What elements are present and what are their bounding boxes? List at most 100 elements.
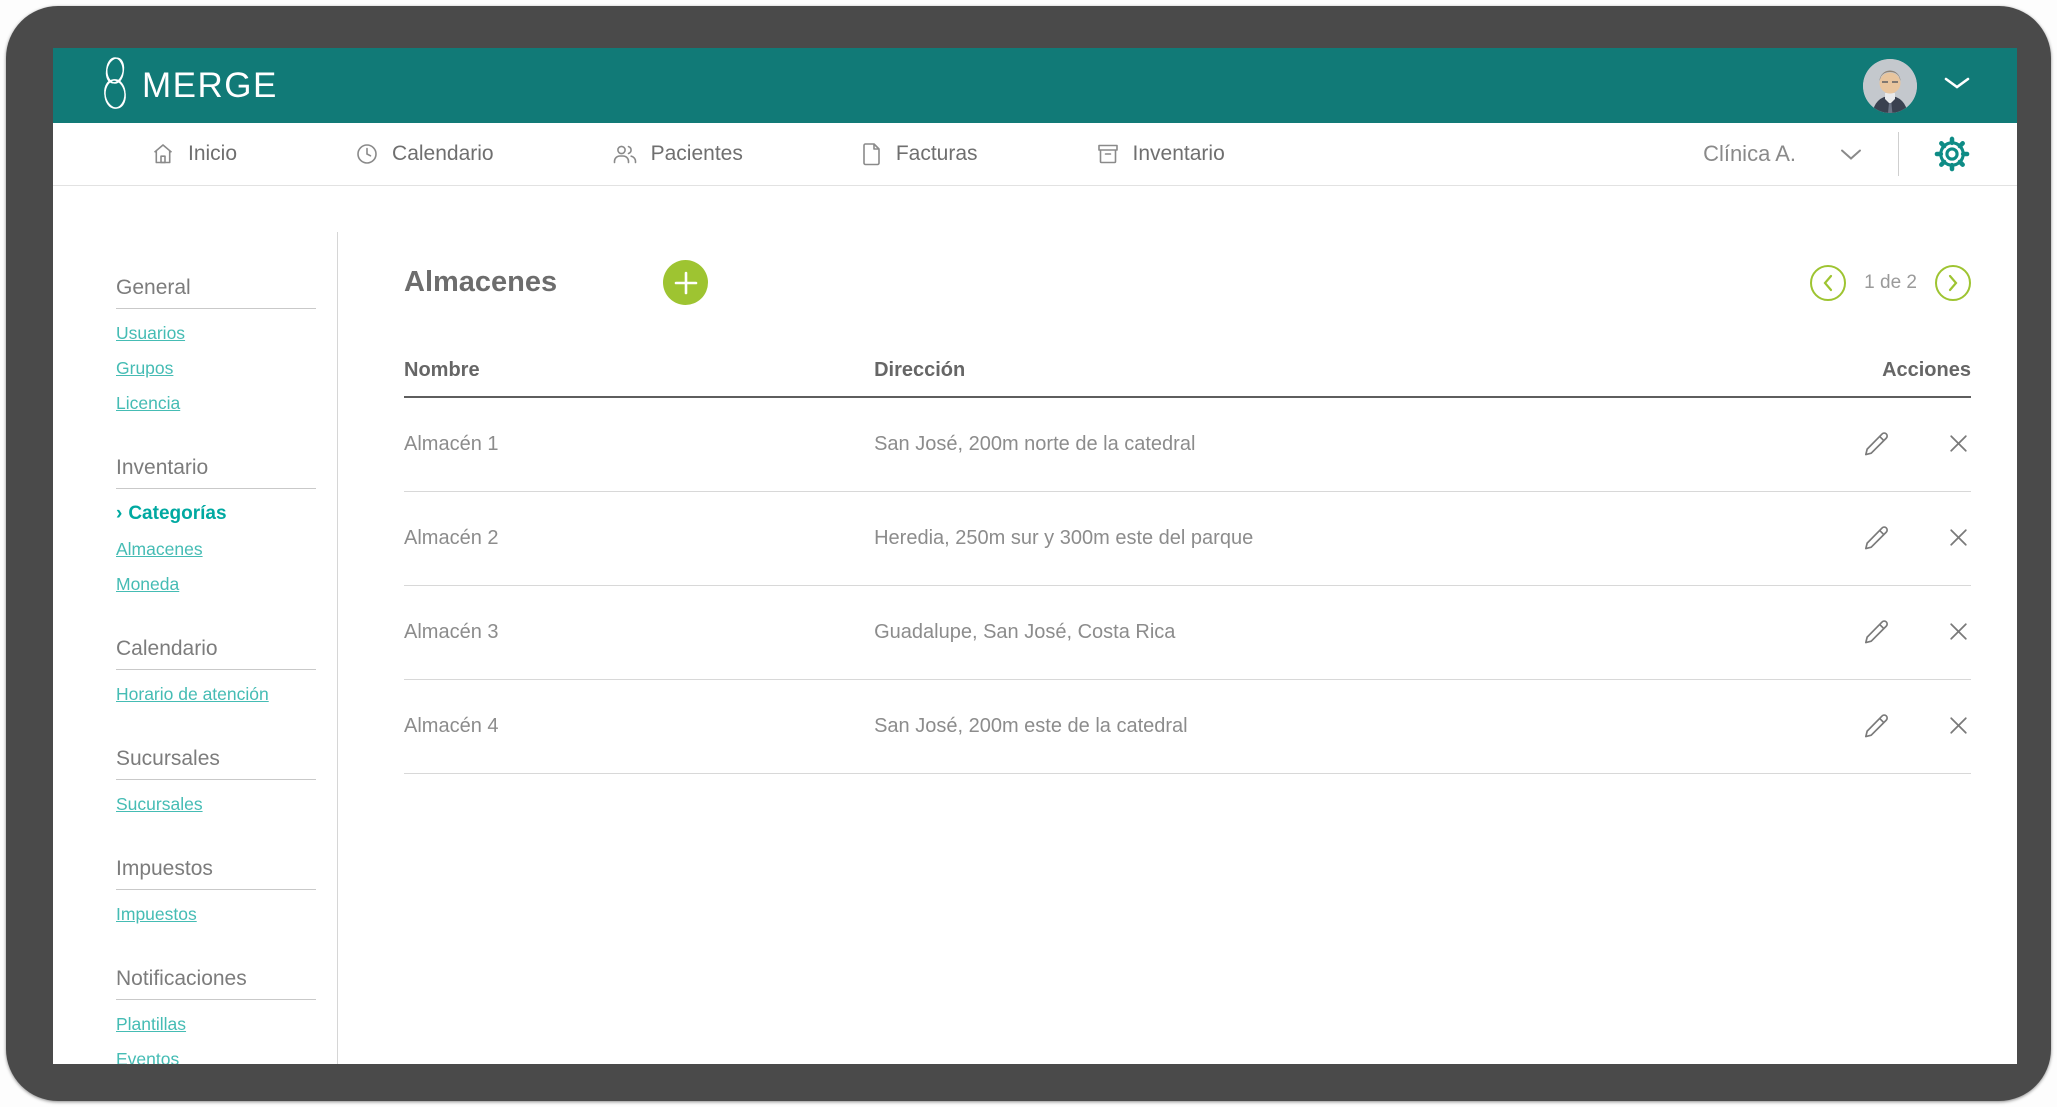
close-icon: [1946, 525, 1971, 553]
cell-direccion: Heredia, 250m sur y 300m este del parque: [874, 527, 1791, 550]
invoice-icon: [861, 142, 883, 166]
nav-item-inventario[interactable]: Inventario: [1096, 142, 1225, 166]
add-warehouse-button[interactable]: [663, 260, 708, 305]
app-logo: MERGE: [97, 55, 278, 116]
nav-item-label: Facturas: [896, 142, 978, 166]
close-icon: [1946, 713, 1971, 741]
sidebar-section-title: Notificaciones: [116, 967, 316, 1000]
app-window: MERGE: [53, 48, 2017, 1064]
nav-item-facturas[interactable]: Facturas: [861, 142, 978, 166]
page-title: Almacenes: [404, 266, 557, 299]
clinic-chevron-down-icon[interactable]: [1840, 148, 1862, 161]
edit-row-button[interactable]: [1863, 618, 1890, 648]
avatar[interactable]: [1863, 59, 1917, 113]
sidebar-item-label: Usuarios: [116, 323, 185, 343]
sidebar-item-sucursales[interactable]: Sucursales: [116, 794, 316, 815]
sidebar-section-title: Impuestos: [116, 857, 316, 890]
user-chevron-down-icon[interactable]: [1943, 75, 1971, 96]
column-header-nombre: Nombre: [404, 359, 874, 382]
settings-gear-icon[interactable]: [1931, 133, 1973, 175]
page-indicator: 1 de 2: [1864, 272, 1917, 294]
delete-row-button[interactable]: [1946, 713, 1971, 741]
sidebar-section-title: Sucursales: [116, 747, 316, 780]
row-actions: [1791, 712, 1971, 742]
sidebar-section-title: Inventario: [116, 456, 316, 489]
main-nav: Inicio Calendario Pacientes Facturas Inventa…: [53, 123, 2017, 186]
sidebar-item-label: Moneda: [116, 574, 179, 594]
cell-nombre: Almacén 2: [404, 527, 874, 550]
edit-row-button[interactable]: [1863, 524, 1890, 554]
sidebar-section-impuestos: Impuestos Impuestos: [116, 857, 316, 925]
sidebar-item-eventos[interactable]: Eventos: [116, 1049, 316, 1064]
nav-item-calendario[interactable]: Calendario: [355, 142, 494, 166]
edit-row-button[interactable]: [1863, 712, 1890, 742]
page-prev-button[interactable]: [1810, 265, 1846, 301]
cell-direccion: San José, 200m este de la catedral: [874, 715, 1791, 738]
sidebar-item-label: Grupos: [116, 358, 173, 378]
sidebar-item-impuestos[interactable]: Impuestos: [116, 904, 316, 925]
warehouses-table: Nombre Dirección Acciones Almacén 1San J…: [404, 359, 1971, 774]
sidebar-item-licencia[interactable]: Licencia: [116, 393, 316, 414]
sidebar-section-inventario: Inventario › Categorías Almacenes Moneda: [116, 456, 316, 595]
sidebar-item-grupos[interactable]: Grupos: [116, 358, 316, 379]
patients-icon: [612, 142, 638, 166]
cell-nombre: Almacén 4: [404, 715, 874, 738]
pencil-icon: [1863, 524, 1890, 554]
delete-row-button[interactable]: [1946, 431, 1971, 459]
logo-text: MERGE: [142, 66, 278, 106]
pencil-icon: [1863, 618, 1890, 648]
sidebar-item-almacenes[interactable]: Almacenes: [116, 539, 316, 560]
sidebar-section-title: General: [116, 276, 316, 309]
table-row: Almacén 2Heredia, 250m sur y 300m este d…: [404, 492, 1971, 586]
clinic-selector-label[interactable]: Clínica A.: [1703, 141, 1796, 167]
sidebar-section-notificaciones: Notificaciones Plantillas Eventos: [116, 967, 316, 1064]
close-icon: [1946, 431, 1971, 459]
column-header-direccion: Dirección: [874, 359, 1791, 382]
sidebar-item-label: Sucursales: [116, 794, 203, 814]
sidebar-item-plantillas[interactable]: Plantillas: [116, 1014, 316, 1035]
sidebar-item-categorias[interactable]: › Categorías: [116, 503, 316, 525]
sidebar-item-moneda[interactable]: Moneda: [116, 574, 316, 595]
home-icon: [151, 142, 175, 166]
sidebar-section-calendario: Calendario Horario de atención: [116, 637, 316, 705]
close-icon: [1946, 619, 1971, 647]
table-row: Almacén 3Guadalupe, San José, Costa Rica: [404, 586, 1971, 680]
merge-logo-icon: [97, 55, 133, 116]
nav-item-label: Calendario: [392, 142, 494, 166]
nav-item-label: Inicio: [188, 142, 237, 166]
user-menu[interactable]: [1863, 59, 1971, 113]
sidebar-section-general: General Usuarios Grupos Licencia: [116, 276, 316, 414]
main-panel: Almacenes 1 de 2: [338, 186, 2017, 1064]
sidebar-item-horario-de-atencion[interactable]: Horario de atención: [116, 684, 316, 705]
top-bar: MERGE: [53, 48, 2017, 123]
nav-item-inicio[interactable]: Inicio: [151, 142, 237, 166]
settings-sidebar: General Usuarios Grupos Licencia Inventario ›…: [53, 232, 338, 1064]
nav-right: Clínica A.: [1703, 132, 1973, 176]
nav-items: Inicio Calendario Pacientes Facturas Inventa…: [151, 142, 1703, 166]
delete-row-button[interactable]: [1946, 619, 1971, 647]
title-row: Almacenes 1 de 2: [404, 260, 1971, 305]
sidebar-section-title: Calendario: [116, 637, 316, 670]
sidebar-item-label: Horario de atención: [116, 684, 269, 704]
sidebar-item-label: Eventos: [116, 1049, 179, 1064]
sidebar-item-label: Plantillas: [116, 1014, 186, 1034]
delete-row-button[interactable]: [1946, 525, 1971, 553]
table-row: Almacén 4San José, 200m este de la cated…: [404, 680, 1971, 774]
page-next-button[interactable]: [1935, 265, 1971, 301]
cell-direccion: San José, 200m norte de la catedral: [874, 433, 1791, 456]
table-header: Nombre Dirección Acciones: [404, 359, 1971, 398]
inventory-box-icon: [1096, 142, 1120, 166]
clock-icon: [355, 142, 379, 166]
active-chevron-icon: ›: [116, 503, 122, 524]
sidebar-item-label: Almacenes: [116, 539, 203, 559]
row-actions: [1791, 430, 1971, 460]
sidebar-item-label: Categorías: [128, 503, 226, 524]
column-header-acciones: Acciones: [1791, 359, 1971, 382]
nav-item-pacientes[interactable]: Pacientes: [612, 142, 743, 166]
content-area: General Usuarios Grupos Licencia Inventario ›…: [53, 186, 2017, 1064]
edit-row-button[interactable]: [1863, 430, 1890, 460]
row-actions: [1791, 618, 1971, 648]
sidebar-item-usuarios[interactable]: Usuarios: [116, 323, 316, 344]
cell-nombre: Almacén 3: [404, 621, 874, 644]
sidebar-item-label: Licencia: [116, 393, 180, 413]
